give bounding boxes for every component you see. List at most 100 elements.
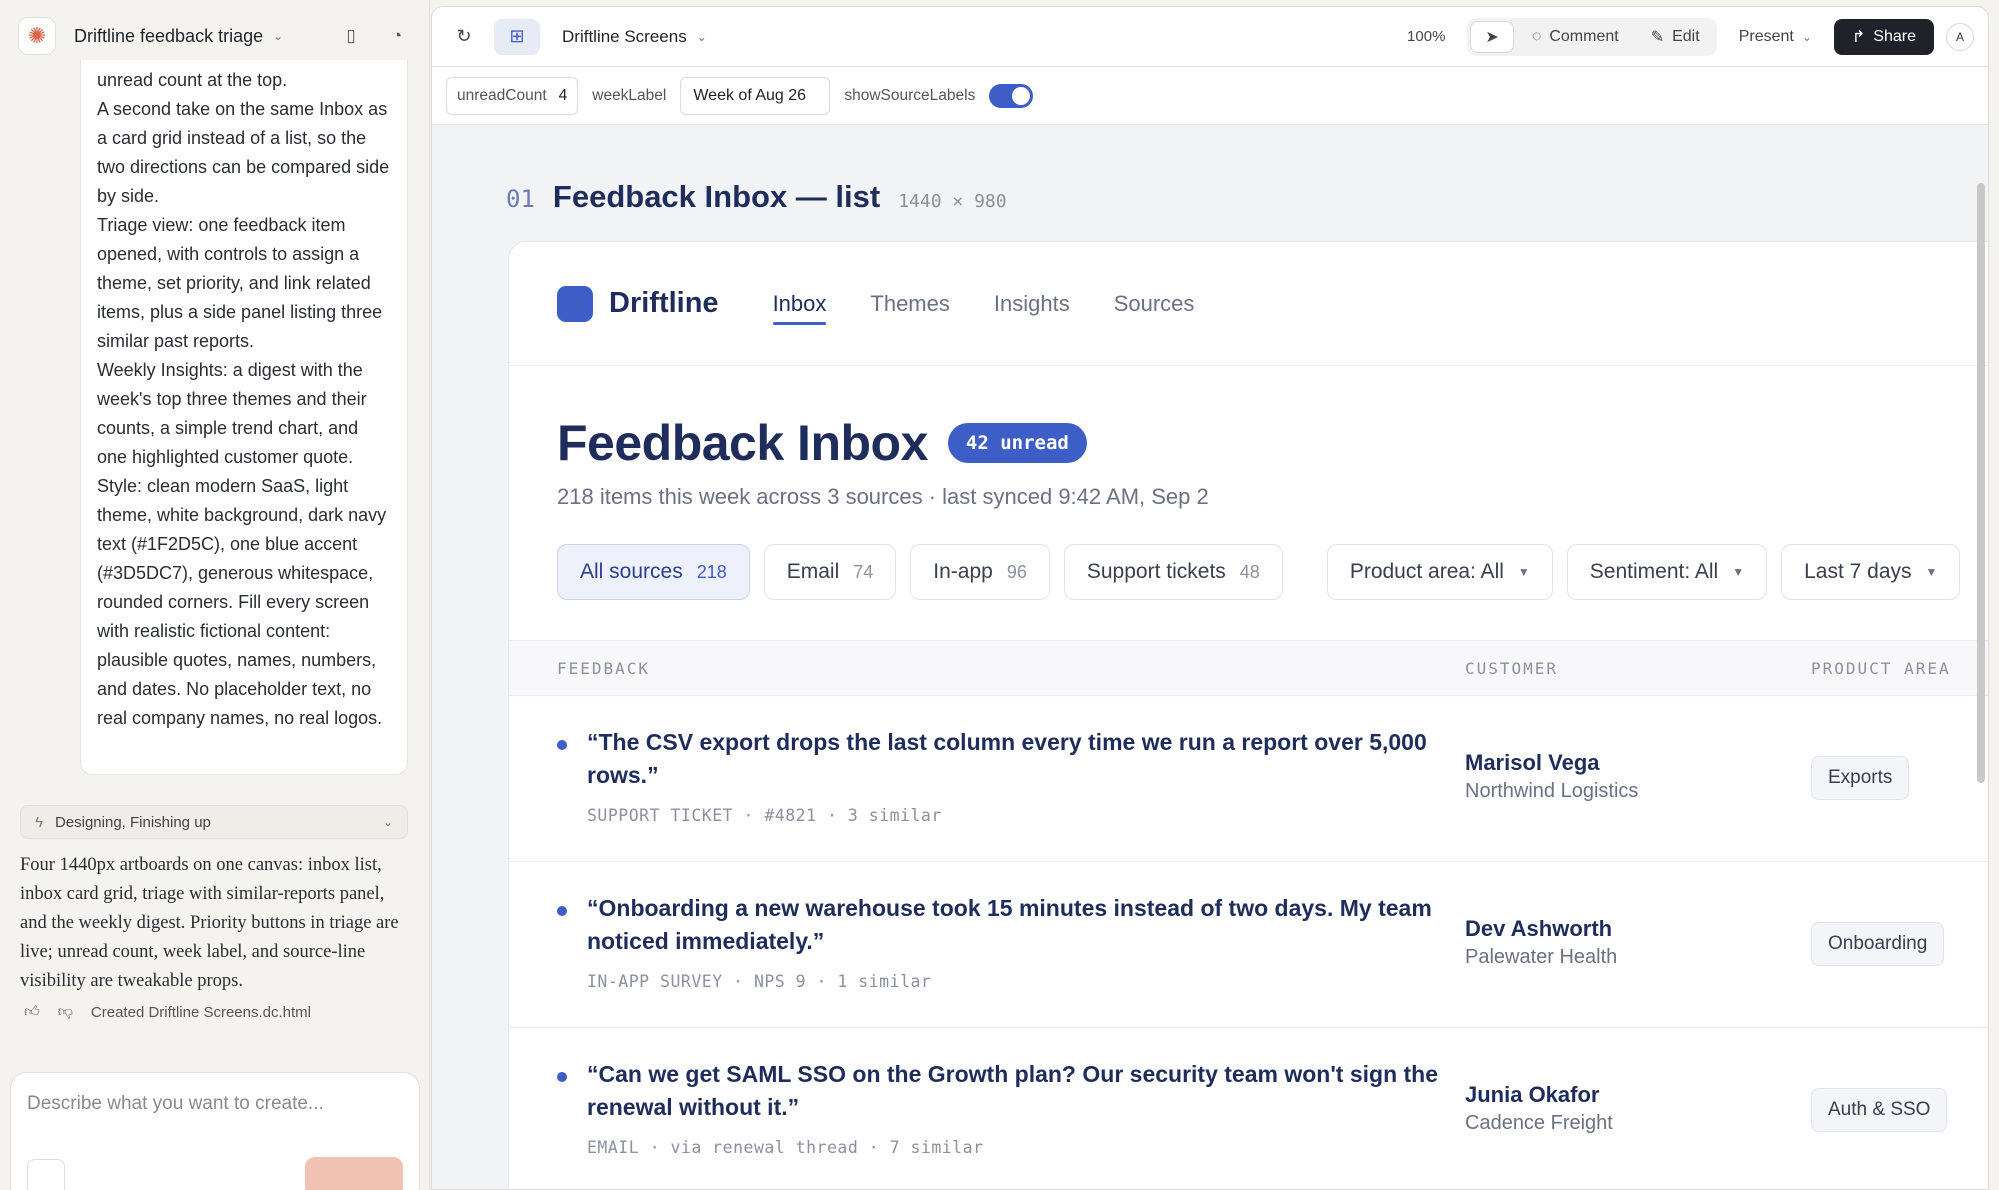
select-tool-button[interactable]: ➤ xyxy=(1470,20,1514,53)
scrollbar-thumb[interactable] xyxy=(1977,183,1985,783)
table-row[interactable]: “Onboarding a new warehouse took 15 minu… xyxy=(509,862,1988,1028)
brand-name: Driftline xyxy=(609,287,719,319)
filter-in-app[interactable]: In-app 96 xyxy=(910,544,1050,600)
customer-cell: Junia Okafor Cadence Freight xyxy=(1465,1082,1613,1135)
composer-placeholder: Describe what you want to create... xyxy=(27,1093,324,1114)
filter-label: Support tickets xyxy=(1086,560,1226,583)
share-button[interactable]: ↱ Share xyxy=(1833,18,1934,55)
composer-input[interactable]: Describe what you want to create... xyxy=(10,1072,420,1190)
customer-company: Cadence Freight xyxy=(1465,1112,1613,1134)
unread-dot xyxy=(557,906,567,916)
status-pill[interactable]: ϟ Designing, Finishing up ⌄ xyxy=(20,805,408,839)
table-row[interactable]: “The CSV export drops the last column ev… xyxy=(509,696,1988,862)
product-area-tag: Onboarding xyxy=(1811,922,1945,966)
customer-name: Dev Ashworth xyxy=(1465,916,1613,941)
chat-pane: ✺ Driftline feedback triage ⌄ ▯ ◔ unread… xyxy=(0,0,430,1190)
filter-label: All sources xyxy=(580,560,683,583)
thumbs-down-icon[interactable]: 👎︎ xyxy=(58,1003,73,1021)
week-label-input[interactable]: Week of Aug 26 xyxy=(680,76,831,115)
unread-count-prop[interactable]: unreadCount 4 xyxy=(446,76,579,115)
nav-insights[interactable]: Insights xyxy=(994,283,1070,325)
send-button[interactable] xyxy=(305,1157,403,1190)
unread-dot xyxy=(557,740,567,750)
page-title: Feedback Inbox xyxy=(557,415,928,471)
assistant-reply: Four 1440px artboards on one canvas: inb… xyxy=(20,855,399,991)
comment-button[interactable]: ◌ Comment xyxy=(1518,21,1633,53)
notifications-icon[interactable]: ◔ xyxy=(383,22,411,50)
caret-down-icon: ▼ xyxy=(1732,565,1745,579)
feedback-meta: SUPPORT TICKET · #4821 · 3 similar xyxy=(587,806,942,825)
date-range-dropdown[interactable]: Last 7 days ▼ xyxy=(1781,544,1961,600)
pencil-icon: ✎ xyxy=(1650,28,1665,46)
inbox-subtitle: 218 items this week across 3 sources · l… xyxy=(557,484,1209,509)
filter-label: In-app xyxy=(933,560,993,583)
bolt-icon: ϟ xyxy=(35,813,43,831)
customer-cell: Marisol Vega Northwind Logistics xyxy=(1465,750,1638,803)
chevron-down-icon: ⌄ xyxy=(273,29,284,43)
customer-company: Northwind Logistics xyxy=(1465,780,1639,802)
nav-themes[interactable]: Themes xyxy=(870,283,949,325)
chevron-down-icon: ⌄ xyxy=(382,815,393,829)
dropdown-label: Product area: All xyxy=(1349,560,1504,583)
canvas-pane: ↻ ⊞ Driftline Screens ⌄ 100% ➤ ◌ Comment… xyxy=(431,6,1989,1190)
thumbs-up-icon[interactable]: 👍︎ xyxy=(24,1003,40,1021)
app-nav: Driftline Inbox Themes Insights Sources xyxy=(509,242,1988,366)
filter-email[interactable]: Email 74 xyxy=(763,544,897,600)
filter-support-tickets[interactable]: Support tickets 48 xyxy=(1063,544,1283,600)
artboard-title: Feedback Inbox — list xyxy=(552,179,881,214)
column-feedback: FEEDBACK xyxy=(557,658,651,678)
show-source-labels-toggle[interactable] xyxy=(989,83,1034,108)
present-button[interactable]: Present ⌄ xyxy=(1739,28,1812,46)
palette-icon[interactable]: ✺ xyxy=(18,17,56,55)
components-icon[interactable]: ⊞ xyxy=(494,18,540,55)
status-text: Designing, Finishing up xyxy=(54,813,211,831)
sidebar-toggle-icon[interactable]: ▯ xyxy=(337,22,365,50)
unread-badge: 42 unread xyxy=(947,423,1087,463)
comment-label: Comment xyxy=(1549,27,1619,45)
message-paragraph: Triage view: one feedback item opened, w… xyxy=(97,215,383,351)
customer-company: Palewater Health xyxy=(1465,946,1618,968)
artboard-feedback-inbox: Driftline Inbox Themes Insights Sources … xyxy=(508,241,1988,1189)
chevron-down-icon: ⌄ xyxy=(1801,29,1812,44)
comment-icon: ◌ xyxy=(1531,27,1542,45)
filter-bar: All sources 218 Email 74 In-app 96 Suppo… xyxy=(509,544,1988,600)
feedback-meta: IN-APP SURVEY · NPS 9 · 1 similar xyxy=(587,972,932,991)
edit-button[interactable]: ✎ Edit xyxy=(1637,21,1714,53)
feedback-quote: “The CSV export drops the last column ev… xyxy=(587,729,1427,788)
caret-down-icon: ▼ xyxy=(1925,565,1938,579)
feedback-quote: “Can we get SAML SSO on the Growth plan?… xyxy=(587,1061,1439,1120)
zoom-level[interactable]: 100% xyxy=(1407,28,1445,45)
customer-cell: Dev Ashworth Palewater Health xyxy=(1465,916,1617,969)
message-paragraph: A second take on the same Inbox as a car… xyxy=(97,99,390,206)
share-icon: ↱ xyxy=(1851,28,1866,46)
message-paragraph: unread count at the top. xyxy=(97,70,288,90)
unread-dot xyxy=(557,1072,567,1082)
column-product-area: PRODUCT AREA xyxy=(1811,658,1951,678)
unread-count-value[interactable]: 4 xyxy=(559,87,568,105)
reload-icon[interactable]: ↻ xyxy=(446,19,482,55)
reply-meta: 👍︎ 👎︎ Created Driftline Screens.dc.html xyxy=(24,1003,311,1021)
created-file-link[interactable]: Created Driftline Screens.dc.html xyxy=(91,1004,311,1021)
attach-button[interactable] xyxy=(27,1159,65,1190)
artboard-dimensions: 1440 × 980 xyxy=(898,191,1007,212)
nav-sources[interactable]: Sources xyxy=(1114,283,1195,325)
cursor-icon: ➤ xyxy=(1485,28,1499,46)
chevron-down-icon: ⌄ xyxy=(696,29,707,44)
filter-all-sources[interactable]: All sources 218 xyxy=(557,544,750,600)
avatar[interactable]: A xyxy=(1946,22,1974,51)
artboard-number: 01 xyxy=(506,185,535,213)
project-title[interactable]: Driftline feedback triage ⌄ xyxy=(74,26,283,47)
mode-group: ➤ ◌ Comment ✎ Edit xyxy=(1467,17,1717,56)
table-header: FEEDBACK CUSTOMER PRODUCT AREA xyxy=(509,640,1988,696)
filter-count: 48 xyxy=(1239,561,1260,582)
doc-title-text: Driftline Screens xyxy=(562,26,687,46)
nav-inbox[interactable]: Inbox xyxy=(772,283,826,325)
sentiment-dropdown[interactable]: Sentiment: All ▼ xyxy=(1566,544,1768,600)
doc-title[interactable]: Driftline Screens ⌄ xyxy=(562,27,707,47)
feedback-meta: EMAIL · via renewal thread · 7 similar xyxy=(587,1138,984,1157)
product-area-dropdown[interactable]: Product area: All ▼ xyxy=(1326,544,1553,600)
table-row[interactable]: “Can we get SAML SSO on the Growth plan?… xyxy=(509,1028,1988,1189)
share-label: Share xyxy=(1873,27,1916,45)
brand-logo-icon xyxy=(557,285,593,322)
canvas-scrollbar[interactable] xyxy=(1974,125,1988,1189)
